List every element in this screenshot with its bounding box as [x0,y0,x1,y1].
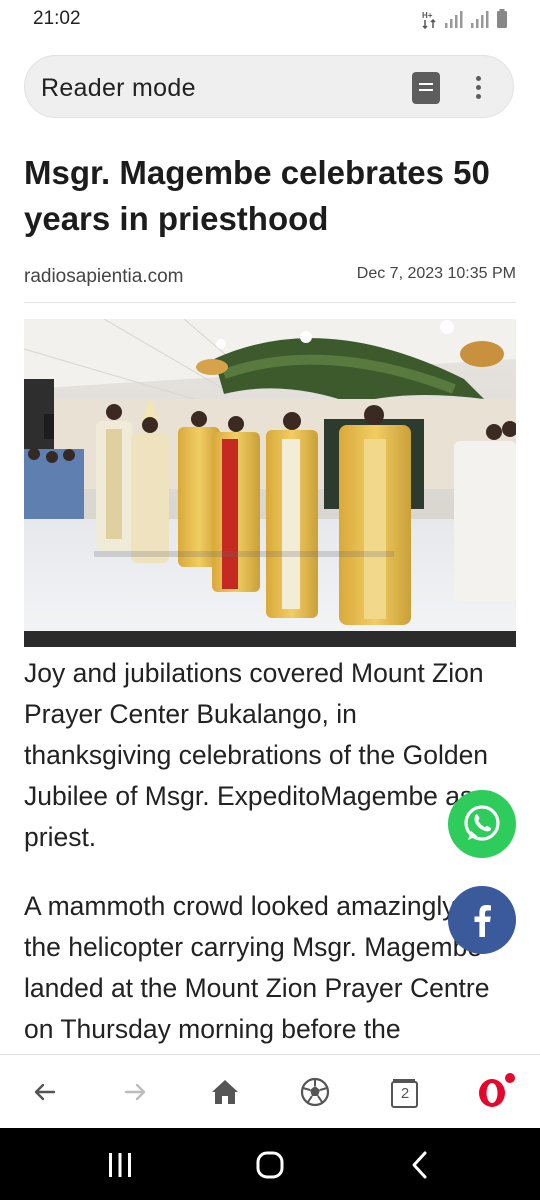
whatsapp-share-button[interactable] [448,790,516,858]
system-navigation-bar [0,1128,540,1200]
signal-icon-2 [471,11,489,28]
tab-count: 2 [400,1085,410,1102]
home-button[interactable] [208,1075,242,1109]
status-bar: 21:02 H+ [0,0,540,40]
whatsapp-icon [464,805,500,841]
article-date: Dec 7, 2023 10:35 PM [356,265,516,282]
svg-text:H+: H+ [422,11,433,20]
football-button[interactable] [298,1075,332,1109]
battery-icon [497,9,507,28]
article-paragraph-2: A mammoth crowd looked amazingly as the … [24,891,491,1044]
forward-button[interactable] [118,1075,152,1109]
article-title: Msgr. Magembe celebrates 50 years in pri… [24,154,490,237]
opera-menu-button[interactable] [478,1073,515,1109]
back-button[interactable] [28,1075,62,1109]
recent-apps-button[interactable] [105,1150,135,1180]
article-paragraph-1: Joy and jubilations covered Mount Zion P… [24,658,496,852]
opera-icon [479,1073,515,1107]
browser-toolbar: 2 [0,1054,540,1129]
status-icons: H+ [422,8,508,30]
facebook-share-button[interactable] [448,886,516,954]
article-source[interactable]: radiosapientia.com [24,266,183,288]
home-circle-icon [256,1151,284,1179]
reader-mode-label: Reader mode [41,74,196,102]
reader-mode-bar[interactable]: Reader mode [24,55,514,118]
back-nav-button[interactable] [405,1150,435,1180]
home-icon [212,1080,238,1104]
reader-mode-icon[interactable] [412,72,440,104]
data-transfer-icon: H+ [422,11,436,29]
arrow-left-icon [34,1083,56,1101]
article-photo [24,319,516,647]
divider [24,302,516,303]
facebook-icon [474,905,491,937]
signal-icon [445,11,463,28]
football-icon [300,1077,330,1107]
recent-apps-icon [109,1153,131,1177]
tabs-button[interactable]: 2 [388,1075,422,1109]
status-time: 21:02 [33,8,81,29]
arrow-right-icon [124,1083,146,1101]
more-options-icon[interactable] [465,70,493,106]
chevron-left-icon [412,1151,427,1179]
home-nav-button[interactable] [255,1150,285,1180]
